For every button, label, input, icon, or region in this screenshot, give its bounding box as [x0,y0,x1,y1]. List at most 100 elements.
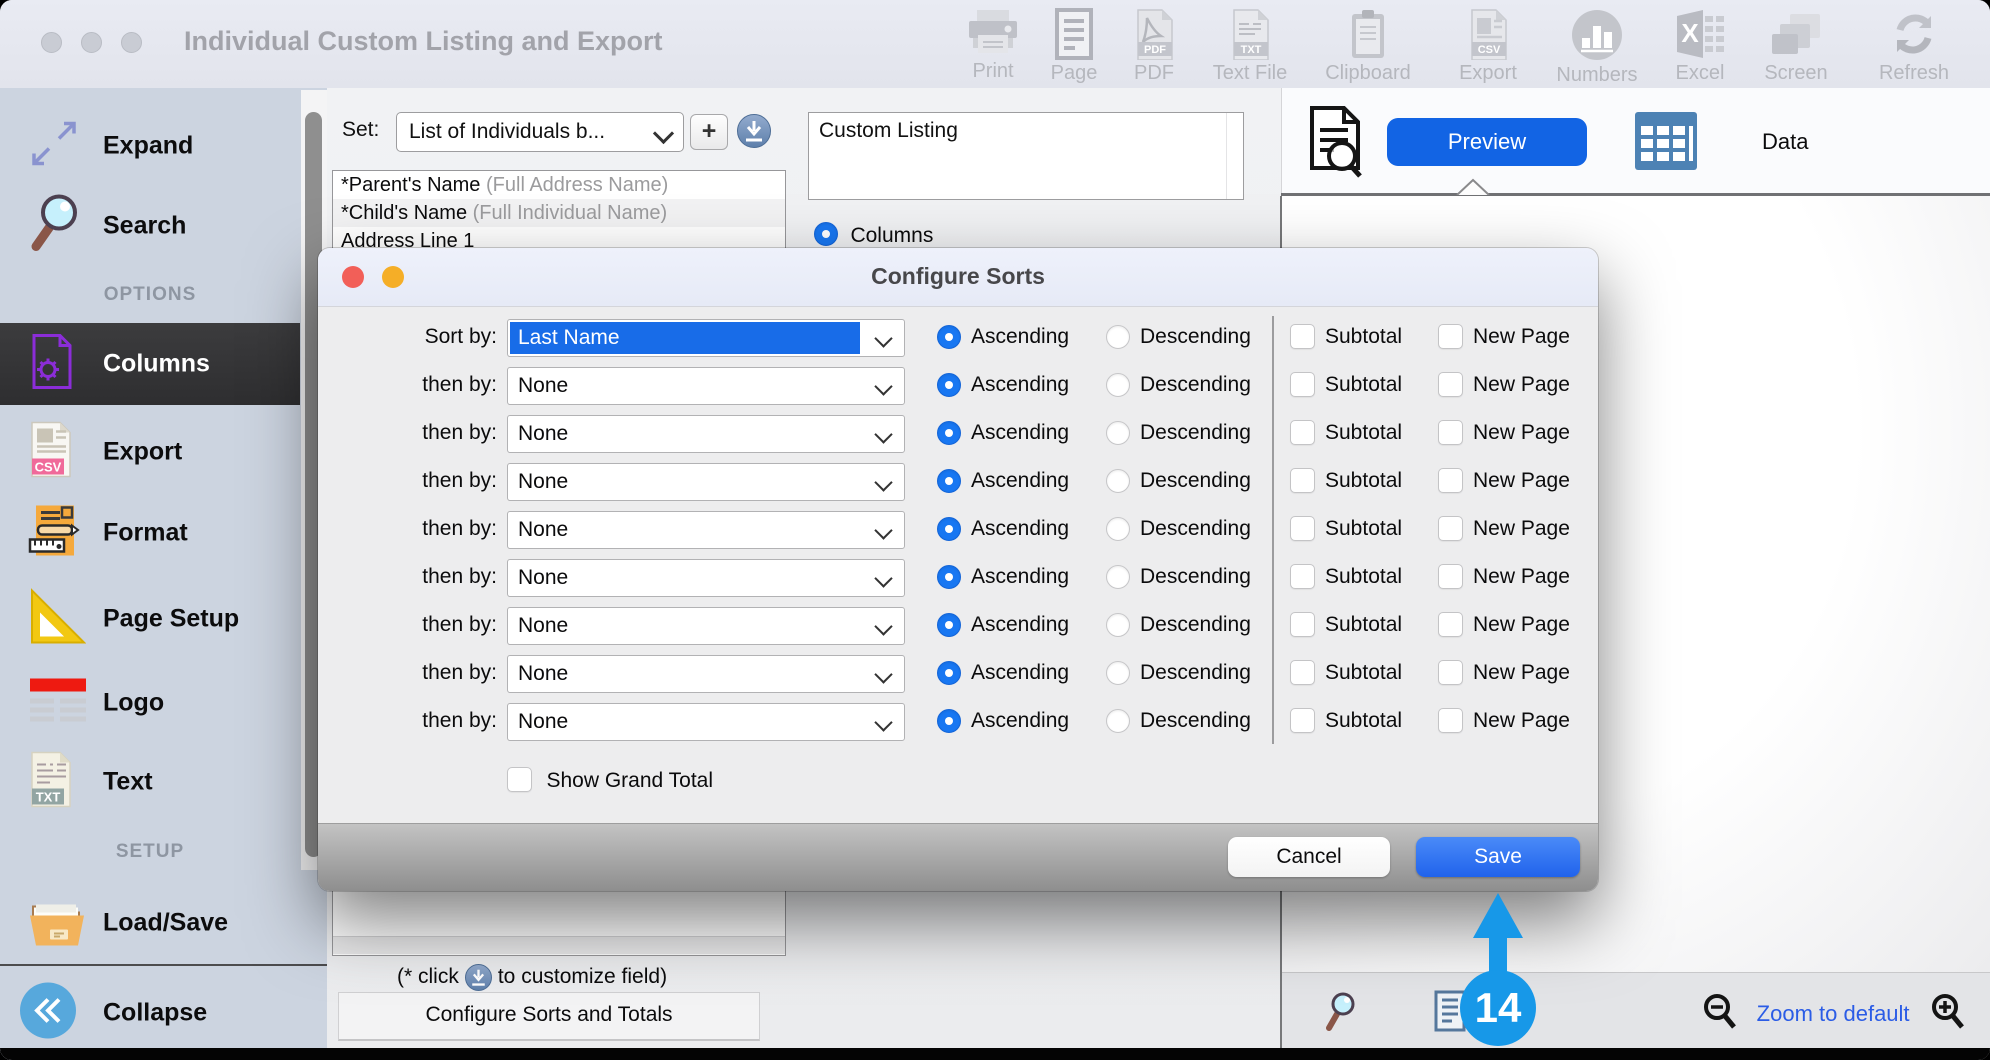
app-window: Individual Custom Listing and Export Pri… [0,0,1990,1060]
save-button[interactable]: Save [1416,837,1580,877]
field-list-scrollbar[interactable] [333,936,785,954]
add-set-button[interactable]: + [690,114,728,150]
toolbar-text-file-button[interactable]: TXT Text File [1202,8,1298,85]
columns-radio[interactable] [814,222,838,246]
sidebar-item-collapse[interactable]: Collapse [0,966,300,1060]
toolbar-pdf-button[interactable]: PDF PDF [1106,8,1202,85]
sort-field-select[interactable]: None [507,415,905,453]
bar-chart-icon [1549,8,1645,62]
sort-field-select[interactable]: None [507,559,905,597]
descending-radio[interactable] [1106,709,1130,733]
new-page-checkbox[interactable] [1438,324,1463,349]
sidebar-item-search[interactable]: Search [0,185,300,267]
magnifier-icon[interactable] [1322,989,1362,1038]
tab-data[interactable]: Data [1762,129,1808,155]
toolbar-excel-button[interactable]: X Excel [1652,8,1748,85]
ascending-radio[interactable] [937,661,961,685]
set-select-value: List of Individuals b... [409,120,605,144]
new-page-checkbox[interactable] [1438,564,1463,589]
subtotal-checkbox[interactable] [1290,468,1315,493]
excel-icon: X [1652,8,1748,60]
new-page-checkbox[interactable] [1438,516,1463,541]
sort-field-select[interactable]: Last Name [507,319,905,357]
sort-field-value: None [510,610,860,642]
subtotal-checkbox[interactable] [1290,420,1315,445]
sidebar-item-text[interactable]: TXT Text [0,741,300,823]
window-close-button[interactable] [41,32,62,53]
zoom-out-icon[interactable] [1700,1018,1738,1035]
sort-row-label: then by: [337,373,497,397]
chevron-down-icon [874,569,892,587]
configure-sorts-dialog: Configure Sorts Sort by: Last Name Ascen… [318,248,1598,891]
sort-field-select[interactable]: None [507,367,905,405]
sort-field-select[interactable]: None [507,463,905,501]
new-page-checkbox[interactable] [1438,372,1463,397]
cancel-button[interactable]: Cancel [1228,837,1390,877]
new-page-checkbox[interactable] [1438,612,1463,637]
sort-field-select[interactable]: None [507,511,905,549]
show-grand-total-checkbox[interactable] [507,767,532,792]
sidebar-item-export[interactable]: CSV Export [0,411,300,493]
subtotal-checkbox[interactable] [1290,564,1315,589]
ascending-radio[interactable] [937,565,961,589]
toolbar-clipboard-button[interactable]: Clipboard [1320,8,1416,85]
ascending-radio[interactable] [937,421,961,445]
subtotal-checkbox[interactable] [1290,612,1315,637]
descending-radio[interactable] [1106,325,1130,349]
new-page-checkbox[interactable] [1438,420,1463,445]
pdf-file-icon: PDF [1106,8,1202,60]
sort-field-select[interactable]: None [507,703,905,741]
subtotal-checkbox[interactable] [1290,516,1315,541]
toolbar-numbers-button[interactable]: Numbers [1549,8,1645,87]
logo-icon [26,675,90,732]
columns-radio-label: Columns [850,224,933,247]
descending-radio[interactable] [1106,421,1130,445]
ascending-radio[interactable] [937,517,961,541]
pdf-badge-text: PDF [1144,44,1166,56]
subtotal-checkbox[interactable] [1290,324,1315,349]
toolbar-export-button[interactable]: CSV Export [1440,8,1536,85]
subtotal-checkbox[interactable] [1290,708,1315,733]
field-list-item[interactable]: *Parent's Name (Full Address Name) [333,171,785,199]
sort-row-label: then by: [337,661,497,685]
expand-icon [26,116,82,177]
ascending-radio[interactable] [937,709,961,733]
sort-field-select[interactable]: None [507,607,905,645]
toolbar-screen-button[interactable]: Screen [1748,8,1844,85]
descending-radio[interactable] [1106,469,1130,493]
subtotal-checkbox[interactable] [1290,372,1315,397]
sidebar-item-expand[interactable]: Expand [0,105,300,187]
set-select[interactable]: List of Individuals b... [396,112,684,152]
toolbar-refresh-button[interactable]: Refresh [1866,8,1962,85]
sidebar-item-page-setup[interactable]: Page Setup [0,578,300,660]
sort-field-value: None [510,706,860,738]
sidebar-item-format[interactable]: Format [0,492,300,574]
descending-radio[interactable] [1106,565,1130,589]
new-page-checkbox[interactable] [1438,660,1463,685]
zoom-to-default-link[interactable]: Zoom to default [1757,1001,1910,1026]
export-csv-icon: CSV [26,421,76,484]
field-list-item[interactable]: *Child's Name (Full Individual Name) [333,199,785,227]
sidebar-item-logo[interactable]: Logo [0,662,300,744]
ascending-radio[interactable] [937,373,961,397]
descending-radio[interactable] [1106,613,1130,637]
descending-radio[interactable] [1106,517,1130,541]
tab-preview[interactable]: Preview [1387,118,1587,166]
customize-field-button[interactable] [737,114,771,148]
configure-sorts-totals-button[interactable]: Configure Sorts and Totals [338,992,760,1041]
ascending-radio[interactable] [937,613,961,637]
new-page-checkbox[interactable] [1438,708,1463,733]
zoom-in-icon[interactable] [1928,1018,1966,1035]
descending-radio[interactable] [1106,661,1130,685]
descending-radio[interactable] [1106,373,1130,397]
subtotal-checkbox[interactable] [1290,660,1315,685]
sidebar-item-columns[interactable]: Columns [0,323,300,405]
sort-field-select[interactable]: None [507,655,905,693]
window-minimize-button[interactable] [81,32,102,53]
new-page-checkbox[interactable] [1438,468,1463,493]
sidebar-item-load-save[interactable]: Load/Save [0,882,300,964]
ascending-radio[interactable] [937,325,961,349]
ascending-radio[interactable] [937,469,961,493]
custom-listing-textarea[interactable]: Custom Listing [808,112,1244,200]
window-zoom-button[interactable] [121,32,142,53]
